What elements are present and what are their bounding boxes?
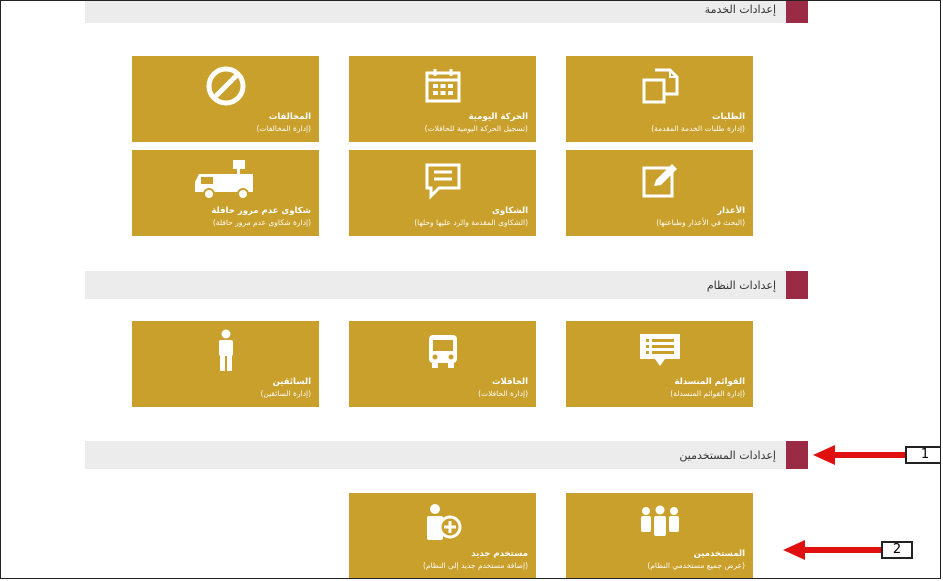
arrow-head [783, 540, 805, 560]
tile-excuses[interactable]: الأعذار (البحث في الأعذار وطباعتها) [566, 150, 753, 236]
tile-label: الحركة اليومية [468, 112, 528, 122]
tile-bus-pass-complaints[interactable]: شكاوى عدم مرور حافلة (إدارة شكاوى عدم مر… [132, 150, 319, 236]
tile-subtitle: (عرض جميع مستخدمي النظام) [647, 561, 745, 570]
tile-subtitle: (إدارة طلبات الخدمة المقدمة) [651, 124, 745, 133]
tile-daily-movement[interactable]: الحركة اليومية (تسجيل الحركة اليومية للح… [349, 56, 536, 142]
section-title: إعدادات النظام [706, 278, 776, 292]
list-icon [566, 327, 753, 375]
bus-icon [349, 327, 536, 375]
callout-arrow-1: 1 [813, 445, 940, 465]
tile-subtitle: (إدارة القوائم المنسدلة) [670, 389, 745, 398]
callout-number: 1 [905, 446, 940, 464]
tile-label: مستخدم جديد [471, 549, 528, 559]
tile-label: الحافلات [492, 377, 528, 387]
tile-subtitle: (إدارة شكاوى عدم مرور حافلة) [212, 218, 311, 227]
section-header-users: إعدادات المستخدمين [85, 441, 808, 469]
person-icon [132, 327, 319, 375]
section-marker [786, 271, 808, 299]
tile-subtitle: (البحث في الأعذار وطباعتها) [656, 218, 745, 227]
prohibited-icon [132, 62, 319, 110]
tile-dropdown-lists[interactable]: القوائم المنسدلة (إدارة القوائم المنسدلة… [566, 321, 753, 407]
section-marker [786, 441, 808, 469]
tile-new-user[interactable]: مستخدم جديد (إضافة مستخدم جديد إلى النظا… [349, 493, 536, 578]
tile-buses[interactable]: الحافلات (إدارة الحافلات) [349, 321, 536, 407]
group-icon [566, 499, 753, 547]
section-title: إعدادات الخدمة [704, 2, 776, 16]
chat-icon [349, 156, 536, 204]
tile-subtitle: (إدارة السائقين) [260, 389, 312, 398]
add-user-icon [349, 499, 536, 547]
tile-subtitle: (إضافة مستخدم جديد إلى النظام) [422, 561, 528, 570]
tile-label: الشكاوى [492, 206, 528, 216]
tile-label: المستخدمين [693, 549, 745, 559]
tile-label: القوائم المنسدلة [674, 377, 745, 387]
calendar-icon [349, 62, 536, 110]
documents-icon [566, 62, 753, 110]
tile-label: شكاوى عدم مرور حافلة [211, 206, 311, 216]
section-header-system: إعدادات النظام [85, 271, 808, 299]
tile-label: المخالفات [268, 112, 311, 122]
section-marker [786, 1, 808, 23]
tile-label: السائقين [272, 377, 311, 387]
tile-subtitle: (الشكاوى المقدمة والرد عليها وحلها) [414, 218, 528, 227]
tile-subtitle: (إدارة الحافلات) [478, 389, 528, 398]
section-header-service: إعدادات الخدمة [85, 1, 808, 23]
tile-users[interactable]: المستخدمين (عرض جميع مستخدمي النظام) [566, 493, 753, 578]
tile-violations[interactable]: المخالفات (إدارة المخالفات) [132, 56, 319, 142]
arrow-line [805, 547, 883, 553]
arrow-head [813, 445, 835, 465]
callout-arrow-2: 2 [783, 540, 913, 560]
edit-icon [566, 156, 753, 204]
section-title: إعدادات المستخدمين [679, 448, 776, 462]
tile-label: الأعذار [717, 206, 745, 216]
tile-subtitle: (تسجيل الحركة اليومية للحافلات) [424, 124, 528, 133]
tile-label: الطلبات [711, 112, 745, 122]
tile-requests[interactable]: الطلبات (إدارة طلبات الخدمة المقدمة) [566, 56, 753, 142]
tile-subtitle: (إدارة المخالفات) [256, 124, 311, 133]
tile-drivers[interactable]: السائقين (إدارة السائقين) [132, 321, 319, 407]
page-frame: إعدادات الخدمة المخالفات (إدارة المخالفا… [0, 0, 941, 579]
callout-number: 2 [881, 541, 913, 559]
tile-complaints[interactable]: الشكاوى (الشكاوى المقدمة والرد عليها وحل… [349, 150, 536, 236]
arrow-line [835, 452, 907, 458]
truck-icon [132, 156, 319, 204]
